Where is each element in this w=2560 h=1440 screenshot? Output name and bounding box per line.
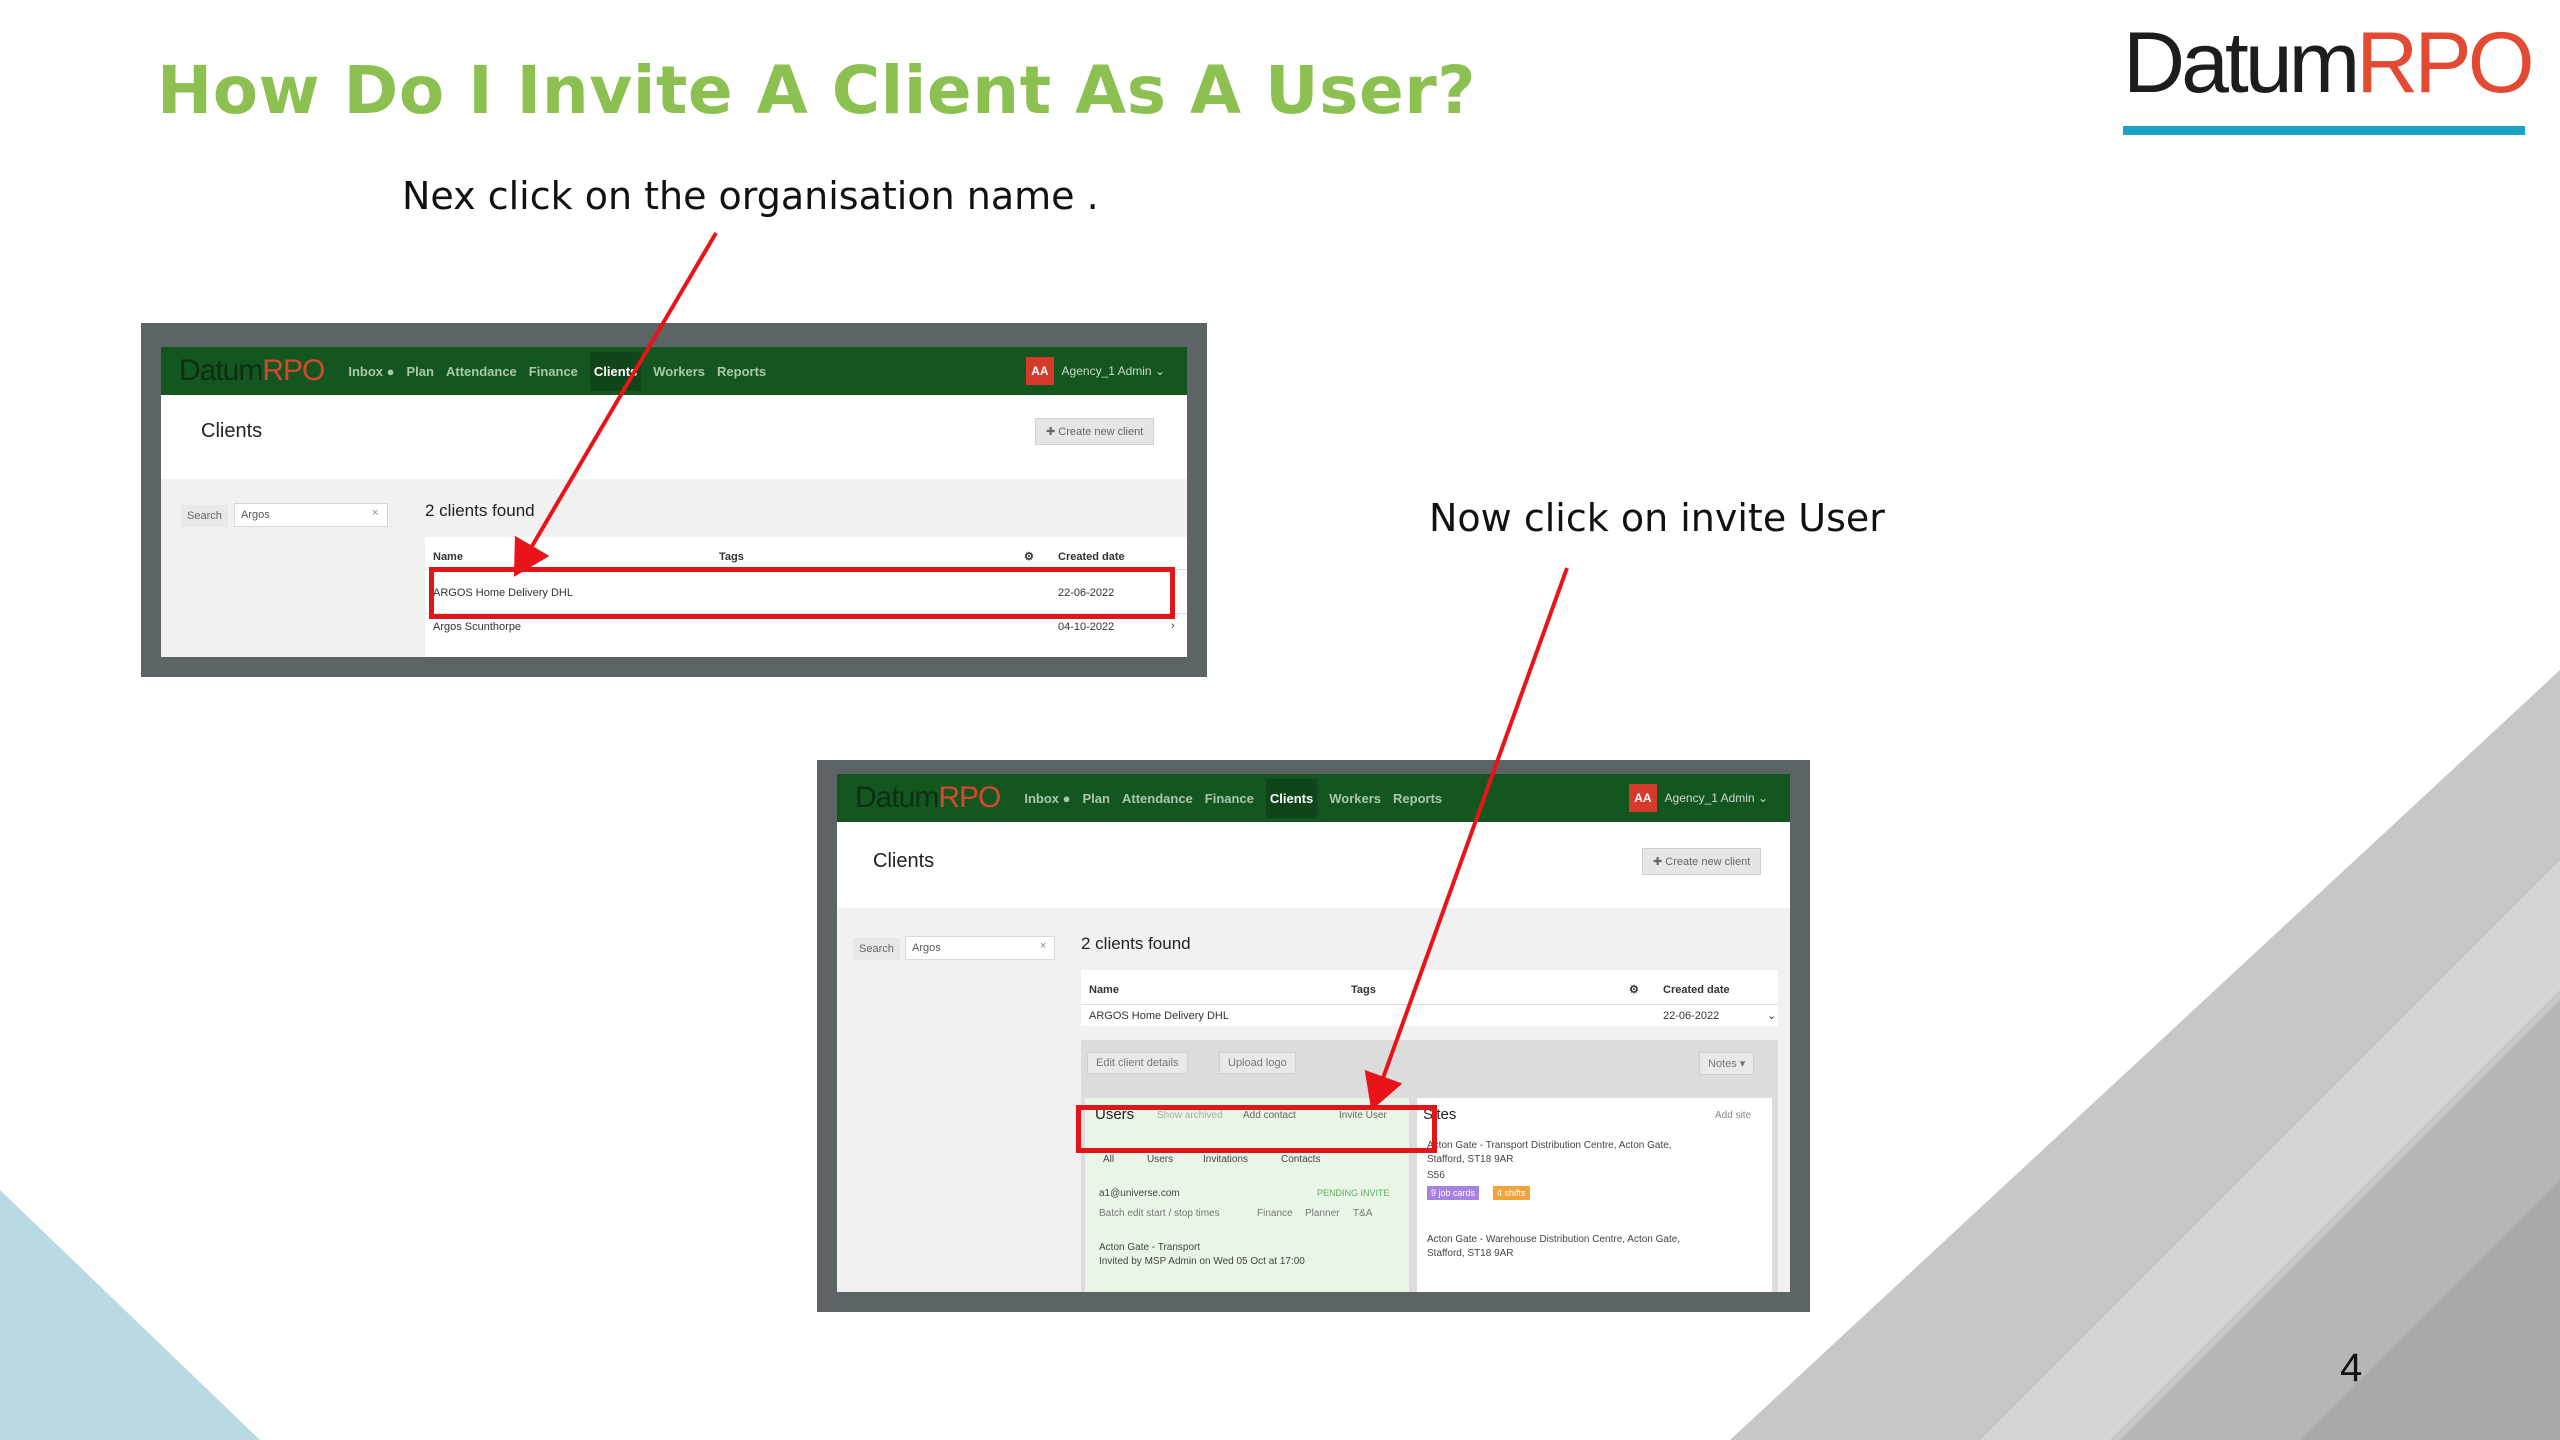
arrow-to-organisation <box>513 231 718 577</box>
annotation-arrows <box>513 231 1569 1111</box>
arrow-to-invite-user <box>1364 567 1569 1111</box>
page-number: 4 <box>2340 1346 2363 1390</box>
